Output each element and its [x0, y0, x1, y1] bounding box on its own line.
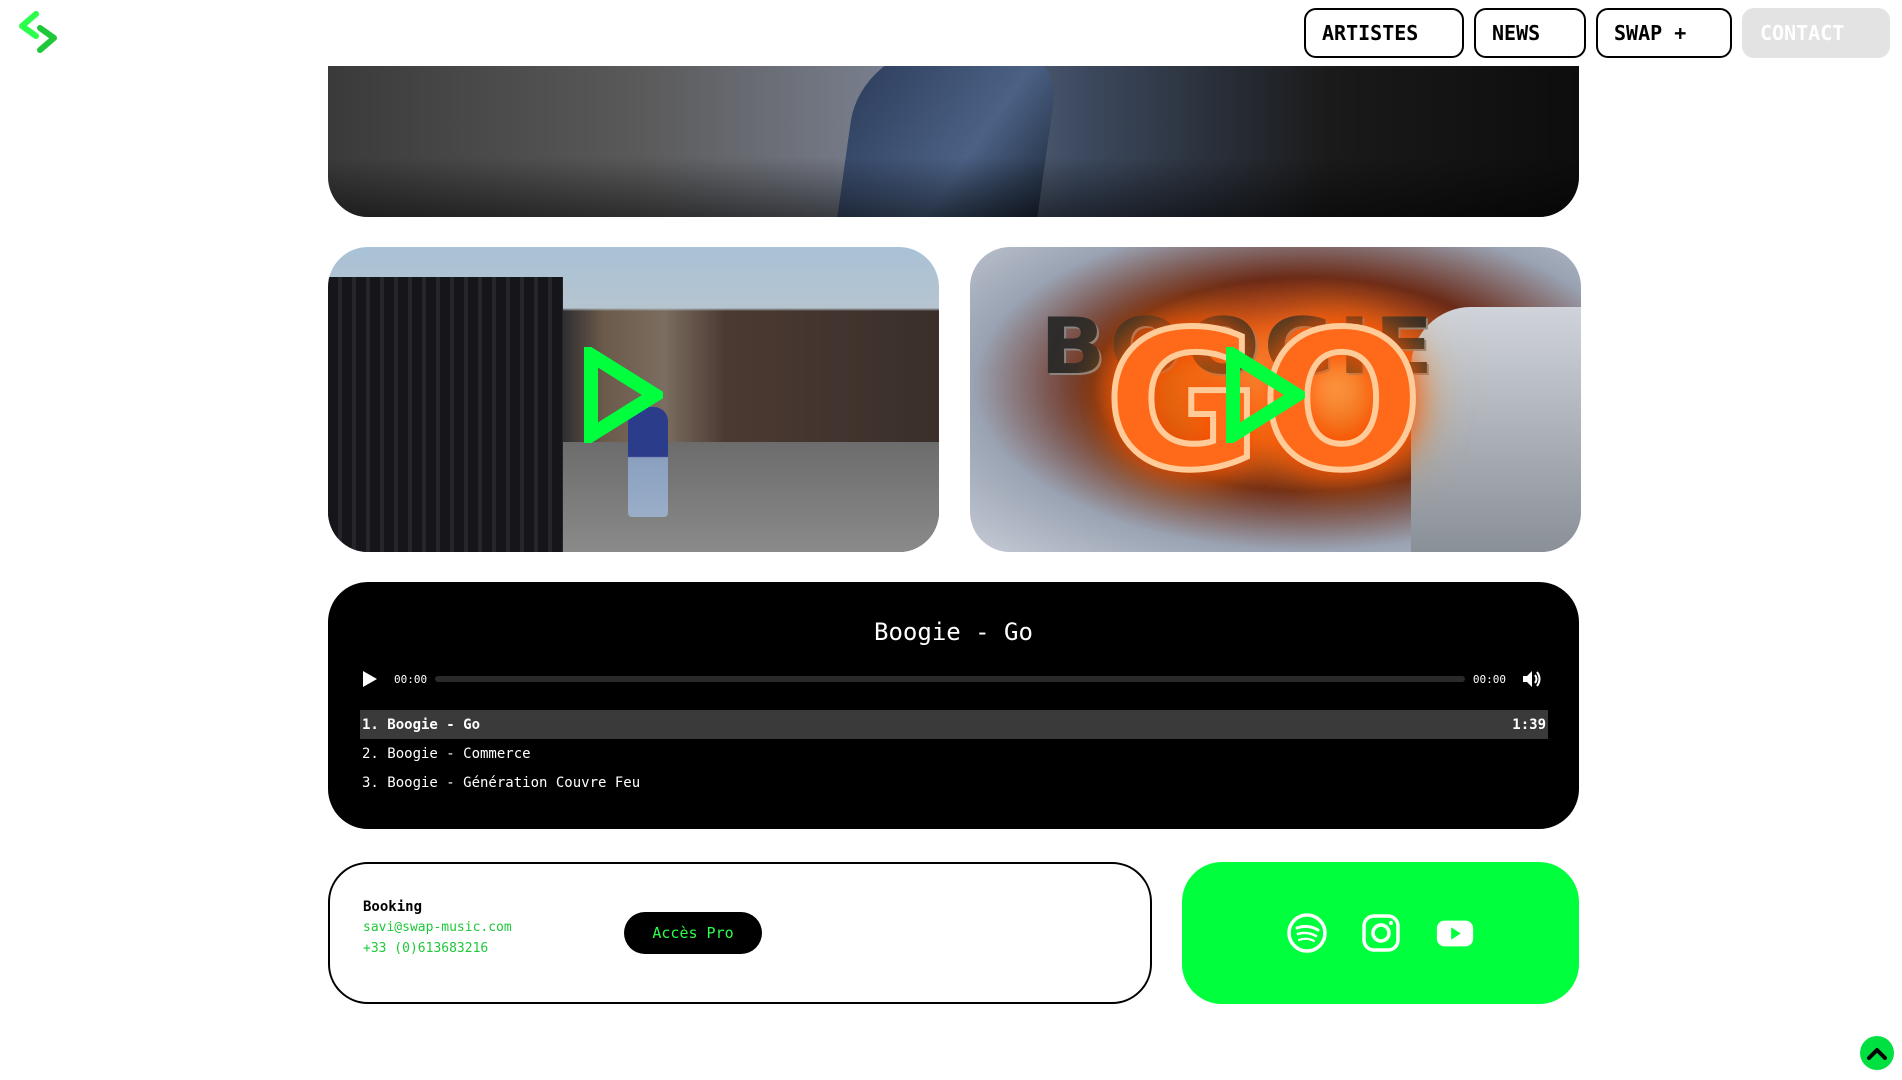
track-title: 1. Boogie - Go: [362, 716, 481, 733]
player-title: Boogie - Go: [874, 618, 1033, 646]
featured-video-banner[interactable]: [328, 66, 1579, 217]
youtube-icon[interactable]: [1434, 912, 1476, 954]
spotify-icon[interactable]: [1286, 912, 1328, 954]
instagram-icon[interactable]: [1360, 912, 1402, 954]
swap-logo-icon[interactable]: [16, 10, 60, 54]
progress-bar[interactable]: [435, 676, 1465, 682]
play-icon[interactable]: [583, 347, 663, 443]
duration: 00:00: [1472, 672, 1506, 686]
nav-contact-button[interactable]: CONTACT: [1742, 8, 1890, 58]
social-links: [1182, 862, 1579, 1004]
nav-swap-plus-button[interactable]: SWAP +: [1596, 8, 1732, 58]
track-item[interactable]: 1. Boogie - Go 1:39: [360, 710, 1548, 739]
nav-artistes-button[interactable]: ARTISTES: [1304, 8, 1464, 58]
video-thumbnail-1[interactable]: [328, 247, 939, 552]
chevron-up-icon: [1867, 1048, 1887, 1060]
track-title: 2. Boogie - Commerce: [362, 745, 531, 762]
thumbnail-gate: [328, 277, 563, 552]
video-thumbnail-2[interactable]: BOOGIE GO: [970, 247, 1581, 552]
banner-shade: [328, 157, 1579, 217]
booking-email-link[interactable]: savi@swap-music.com: [363, 920, 512, 935]
tracklist: 1. Boogie - Go 1:39 2. Boogie - Commerce…: [360, 710, 1548, 797]
player-controls: 00:00 00:00: [362, 667, 1542, 691]
nav-news-button[interactable]: NEWS: [1474, 8, 1586, 58]
play-icon[interactable]: [362, 670, 378, 688]
booking-card: Booking savi@swap-music.com +33 (0)61368…: [328, 862, 1152, 1004]
play-icon[interactable]: [1225, 347, 1305, 443]
track-item[interactable]: 2. Boogie - Commerce: [360, 739, 1548, 768]
audio-player: Boogie - Go 00:00 00:00 1. Boogie - Go 1…: [328, 582, 1579, 829]
track-length: 1:39: [1512, 716, 1546, 733]
track-item[interactable]: 3. Boogie - Génération Couvre Feu: [360, 768, 1548, 797]
booking-label: Booking: [363, 899, 423, 915]
booking-phone-link[interactable]: +33 (0)613683216: [363, 941, 488, 956]
main-nav: ARTISTES NEWS SWAP + CONTACT: [1304, 8, 1890, 58]
current-time: 00:00: [394, 672, 428, 686]
scroll-to-top-button[interactable]: [1860, 1036, 1894, 1070]
acces-pro-button[interactable]: Accès Pro: [624, 912, 762, 954]
track-title: 3. Boogie - Génération Couvre Feu: [362, 774, 641, 791]
volume-icon[interactable]: [1522, 670, 1542, 688]
